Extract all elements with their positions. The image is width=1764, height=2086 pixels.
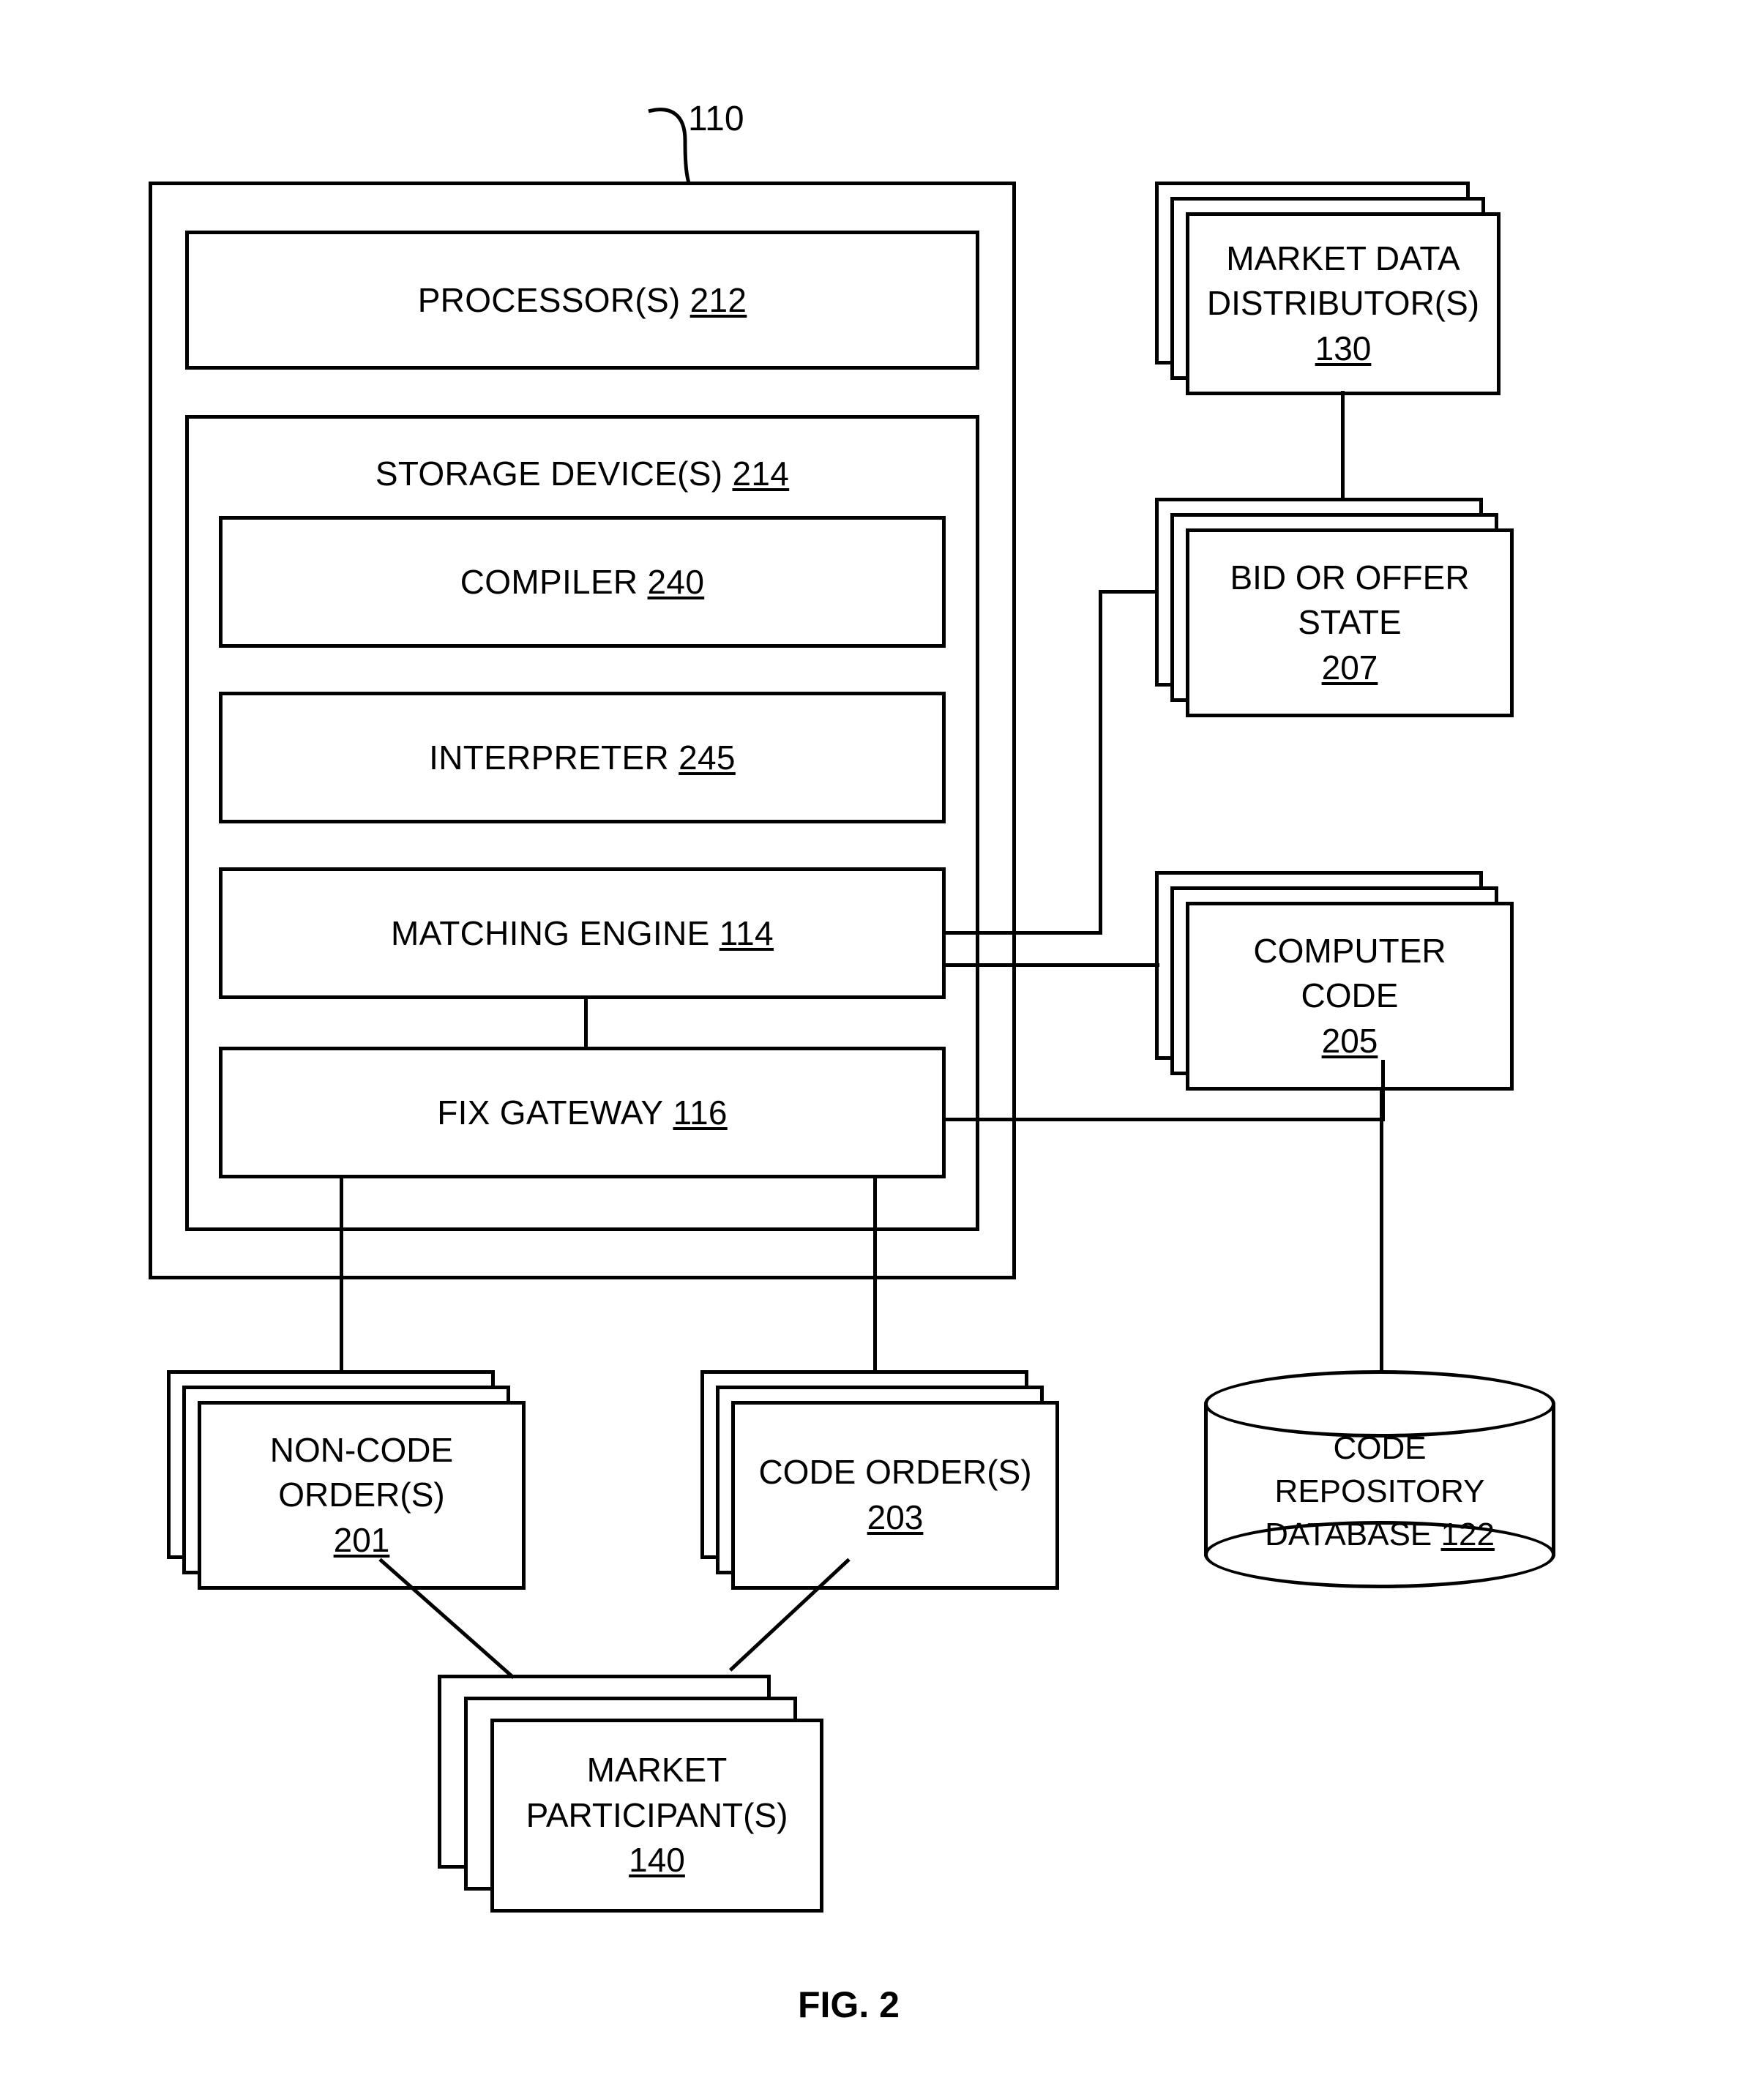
code-orders-line1: CODE ORDER(S) — [758, 1453, 1032, 1492]
connector-matching-to-bid-state-v — [1099, 590, 1102, 935]
non-code-orders-line1: NON-CODE — [269, 1430, 454, 1469]
fix-gateway-block: FIX GATEWAY 116 — [219, 1047, 946, 1178]
matching-engine-block: MATCHING ENGINE 114 — [219, 867, 946, 999]
connector-matching-to-fix — [584, 999, 588, 1047]
market-participants-line1: MARKET — [586, 1751, 728, 1790]
code-orders-block: CODE ORDER(S) 203 — [731, 1401, 1059, 1590]
market-participants-stack: MARKET PARTICIPANT(S) 140 — [438, 1675, 829, 1913]
computer-code-block: COMPUTER CODE 205 — [1186, 902, 1514, 1091]
interpreter-block: INTERPRETER 245 — [219, 692, 946, 823]
interpreter-ref: 245 — [679, 738, 736, 777]
non-code-orders-stack: NON-CODE ORDER(S) 201 — [167, 1370, 526, 1590]
storage-device-title: STORAGE DEVICE(S) 214 — [189, 452, 976, 496]
figure-caption: FIG. 2 — [798, 1984, 900, 2025]
compiler-ref: 240 — [647, 562, 705, 601]
non-code-orders-ref: 201 — [333, 1520, 390, 1559]
market-participants-line2: PARTICIPANT(S) — [526, 1795, 788, 1834]
figure-canvas: 110 PROCESSOR(S) 212 STORAGE DEVICE(S) 2… — [0, 0, 1764, 2086]
connector-fix-to-code-orders — [873, 1178, 877, 1372]
processor-ref: 212 — [689, 280, 747, 319]
market-data-distributor-line1: MARKET DATA — [1226, 239, 1460, 277]
bid-or-offer-state-ref: 207 — [1321, 648, 1378, 687]
code-repository-line1: CODE — [1333, 1430, 1427, 1466]
connector-distributor-to-bid-state — [1341, 391, 1345, 501]
computer-code-stack: COMPUTER CODE 205 — [1155, 871, 1514, 1091]
storage-device-ref: 214 — [732, 455, 790, 493]
market-participants-ref: 140 — [629, 1841, 685, 1880]
matching-engine-label: MATCHING ENGINE — [391, 913, 710, 952]
non-code-orders-block: NON-CODE ORDER(S) 201 — [198, 1401, 526, 1590]
market-data-distributor-line2: DISTRIBUTOR(S) — [1206, 284, 1480, 323]
bid-or-offer-state-block: BID OR OFFER STATE 207 — [1186, 528, 1514, 717]
bid-or-offer-state-line1: BID OR OFFER — [1230, 558, 1470, 597]
processor-label: PROCESSOR(S) — [417, 280, 681, 319]
computer-code-ref: 205 — [1321, 1021, 1378, 1060]
connector-matching-to-bid-state-h — [946, 931, 1102, 935]
code-orders-ref: 203 — [867, 1498, 924, 1536]
connector-fix-to-computer-code-h — [946, 1118, 1385, 1121]
connector-fix-to-non-code-orders — [340, 1178, 343, 1372]
market-participants-block: MARKET PARTICIPANT(S) 140 — [490, 1719, 823, 1913]
non-code-orders-line2: ORDER(S) — [278, 1476, 445, 1514]
matching-engine-ref: 114 — [719, 913, 774, 952]
connector-computer-code-to-database — [1380, 1089, 1383, 1377]
code-repository-ref: 122 — [1440, 1516, 1495, 1552]
code-repository-line3: DATABASE — [1265, 1516, 1432, 1552]
bid-or-offer-state-line2: STATE — [1298, 603, 1402, 642]
market-data-distributor-block: MARKET DATA DISTRIBUTOR(S) 130 — [1186, 212, 1500, 395]
bid-or-offer-state-stack: BID OR OFFER STATE 207 — [1155, 498, 1514, 717]
fix-gateway-ref: 116 — [673, 1093, 728, 1132]
compiler-label: COMPILER — [460, 562, 638, 601]
connector-matching-to-computer-code — [946, 963, 1159, 967]
market-data-distributor-ref: 130 — [1315, 329, 1372, 367]
computer-code-line1: COMPUTER — [1253, 931, 1446, 970]
computer-code-line2: CODE — [1301, 976, 1399, 1015]
storage-device-label: STORAGE DEVICE(S) — [375, 455, 723, 493]
code-repository-database: CODE REPOSITORY DATABASE 122 — [1204, 1370, 1555, 1590]
connector-matching-to-bid-state-h2 — [1099, 590, 1159, 594]
code-repository-database-text: CODE REPOSITORY DATABASE 122 — [1204, 1427, 1555, 1557]
fix-gateway-label: FIX GATEWAY — [437, 1093, 664, 1132]
code-orders-stack: CODE ORDER(S) 203 — [700, 1370, 1059, 1590]
compiler-block: COMPILER 240 — [219, 516, 946, 648]
interpreter-label: INTERPRETER — [429, 738, 670, 777]
code-repository-line2: REPOSITORY — [1274, 1473, 1485, 1509]
market-data-distributor-stack: MARKET DATA DISTRIBUTOR(S) 130 — [1155, 182, 1500, 395]
processor-block: PROCESSOR(S) 212 — [185, 231, 979, 370]
reference-numeral-110: 110 — [688, 100, 744, 138]
